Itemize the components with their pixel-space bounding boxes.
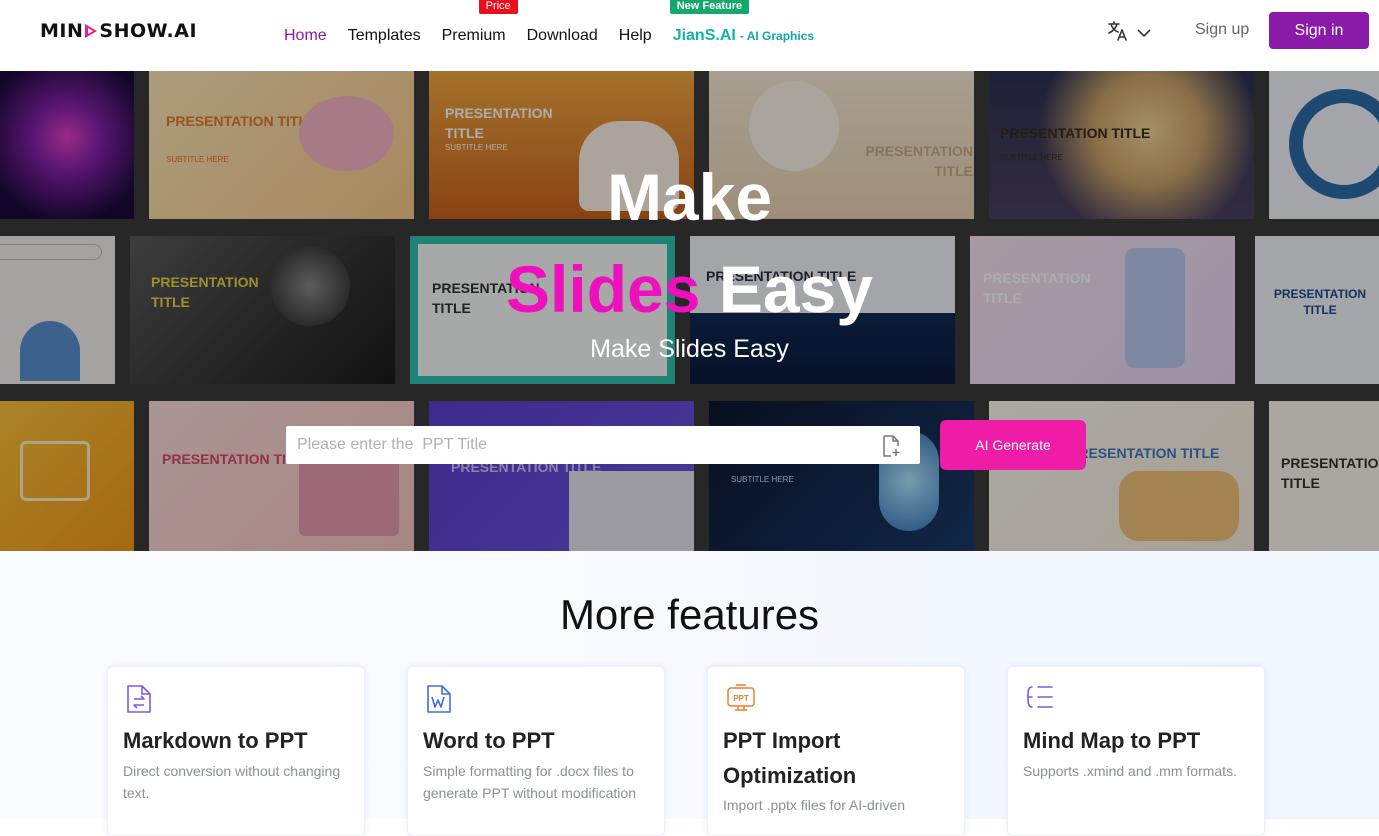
translate-icon xyxy=(1107,20,1129,47)
nav-help[interactable]: Help xyxy=(619,27,652,45)
nav-download-label: Download xyxy=(526,26,598,44)
nav-premium[interactable]: Premium Price xyxy=(441,0,518,45)
feature-card-ppt-import[interactable]: PPT PPT Import Optimization Import .pptx… xyxy=(707,666,965,836)
nav-jians-ai[interactable]: JianS.AI - AI Graphics New Feature xyxy=(669,0,815,45)
ppt-title-input[interactable] xyxy=(286,427,866,463)
sign-in-button[interactable]: Sign in xyxy=(1269,12,1369,49)
feature-card-title: Word to PPT xyxy=(423,728,555,753)
feature-card-desc: Import .pptx files for AI-driven xyxy=(723,797,906,813)
nav-help-label: Help xyxy=(618,26,652,44)
logo-text-end: SHOW.AI xyxy=(99,20,198,42)
chevron-down-icon xyxy=(1137,25,1151,43)
nav-premium-label: Premium xyxy=(441,26,506,44)
feature-card-mind-map[interactable]: Mind Map to PPT Supports .xmind and .mm … xyxy=(1007,666,1265,836)
feature-card-title: PPT Import Optimization xyxy=(723,728,857,788)
main-nav: Home Templates Premium Price Download He… xyxy=(284,0,835,71)
features-heading: More features xyxy=(559,591,820,638)
feature-card-title: Mind Map to PPT xyxy=(1023,728,1201,753)
sign-up-link[interactable]: Sign up xyxy=(1195,21,1249,39)
nav-jians-label: JianS.AI xyxy=(672,26,736,44)
nav-home-label: Home xyxy=(284,26,327,44)
nav-download[interactable]: Download xyxy=(527,27,598,45)
brand-logo[interactable]: MIN SHOW.AI xyxy=(40,20,197,42)
ppt-icon: PPT xyxy=(726,684,756,717)
word-file-icon xyxy=(426,684,452,719)
hero-title-line2: Slides Easy xyxy=(0,251,1379,327)
markdown-file-icon xyxy=(126,684,152,719)
top-header: MIN SHOW.AI Home Templates Premium Price… xyxy=(0,0,1379,71)
price-badge: Price xyxy=(478,0,518,14)
feature-card-desc: Supports .xmind and .mm formats. xyxy=(1023,763,1237,779)
hero-banner: PRESENTATION TITLE SUBTITLE HERE PRESENT… xyxy=(0,71,1379,551)
ppt-title-search-box xyxy=(286,426,920,464)
nav-home[interactable]: Home xyxy=(284,27,327,45)
hero-title-pink: Slides xyxy=(506,252,701,326)
language-selector[interactable] xyxy=(1107,20,1151,47)
mind-map-icon xyxy=(1026,684,1054,715)
new-feature-badge: New Feature xyxy=(669,0,750,14)
feature-card-word[interactable]: Word to PPT Simple formatting for .docx … xyxy=(407,666,665,836)
upload-file-icon[interactable] xyxy=(881,435,901,462)
more-features-section: More features Markdown to PPT Direct con… xyxy=(0,551,1379,836)
feature-card-title: Markdown to PPT xyxy=(123,728,308,753)
feature-card-desc: Simple formatting for .docx files to gen… xyxy=(423,763,636,801)
feature-card-desc: Direct conversion without changing text. xyxy=(123,763,341,801)
hero-subtitle: Make Slides Easy xyxy=(590,335,789,363)
ai-generate-button[interactable]: AI Generate xyxy=(940,420,1086,470)
svg-text:PPT: PPT xyxy=(733,694,749,703)
nav-templates[interactable]: Templates xyxy=(348,27,421,45)
nav-jians-sub: - AI Graphics xyxy=(739,28,815,43)
hero-title-line1: Make xyxy=(606,160,773,234)
logo-text-start: MIN xyxy=(40,20,84,42)
nav-templates-label: Templates xyxy=(347,26,421,44)
hero-title-white: Easy xyxy=(718,252,873,326)
feature-card-markdown[interactable]: Markdown to PPT Direct conversion withou… xyxy=(107,666,365,836)
logo-play-icon xyxy=(84,23,98,39)
